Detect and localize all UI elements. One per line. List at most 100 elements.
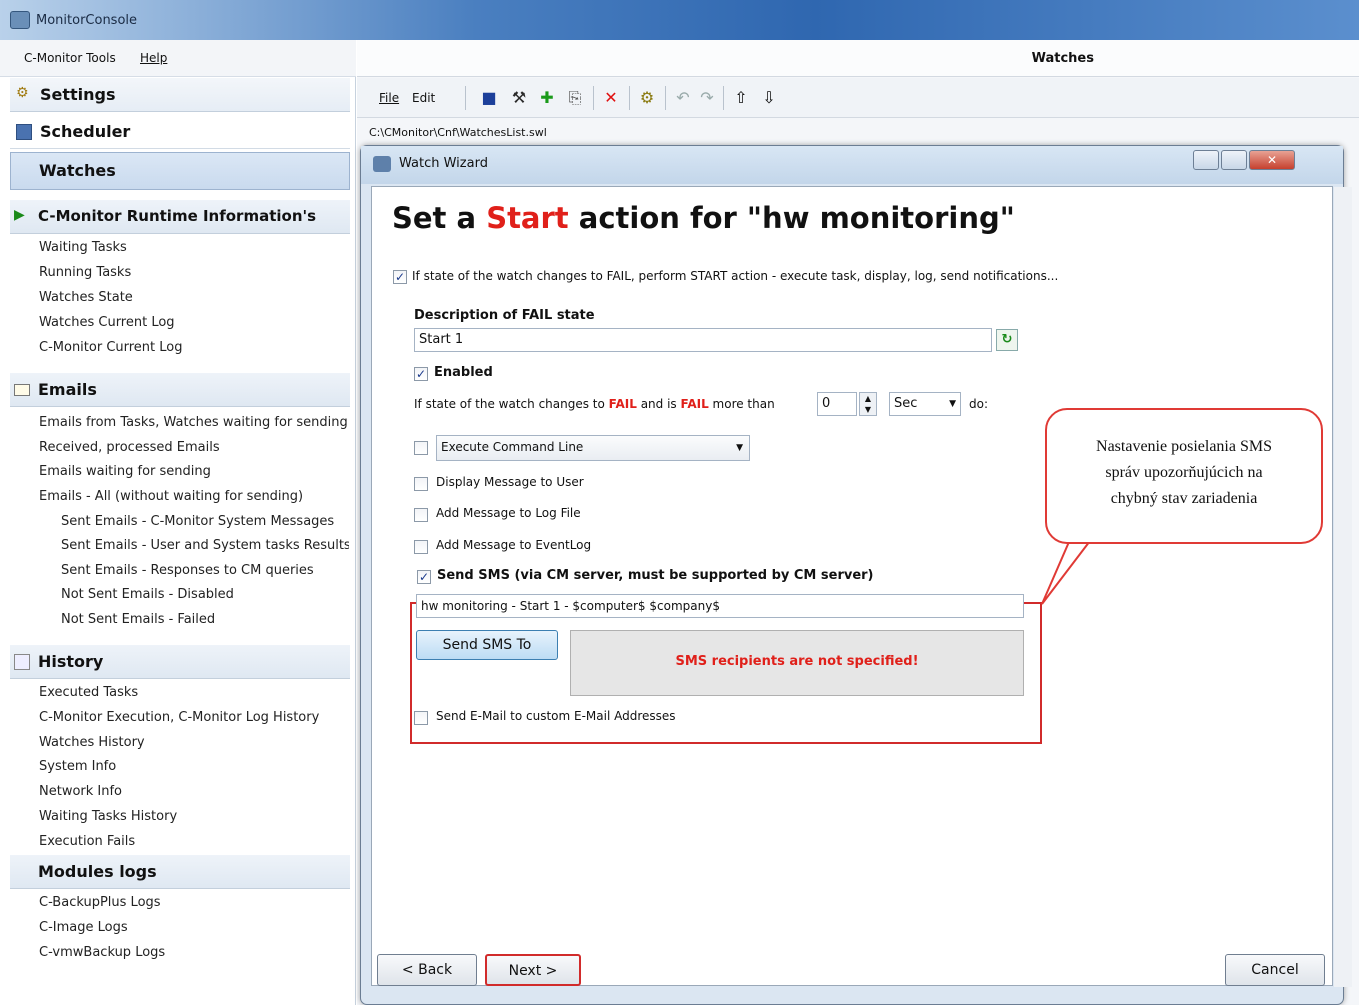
sms-recipients-warning: SMS recipients are not specified! <box>570 630 1024 696</box>
sidebar-item-sent-user[interactable]: Sent Emails - User and System tasks Resu… <box>61 538 349 553</box>
sidebar-item-execution-history[interactable]: C-Monitor Execution, C-Monitor Log Histo… <box>39 710 319 725</box>
envelope-icon <box>14 384 30 396</box>
watch-wizard-dialog: Watch Wizard ✕ Set a Start action for "h… <box>360 145 1352 1005</box>
edit-menu[interactable]: Edit <box>412 91 435 105</box>
sidebar-item-running-tasks[interactable]: Running Tasks <box>39 265 131 280</box>
sidebar-section-modules[interactable]: Modules logs <box>10 855 350 889</box>
toolbar-separator <box>665 86 666 110</box>
sidebar-item-cimage-logs[interactable]: C-Image Logs <box>39 920 128 935</box>
sidebar-settings[interactable]: ⚙ Settings <box>10 78 350 112</box>
copy-icon[interactable]: ⎘ <box>565 88 585 108</box>
description-label: Description of FAIL state <box>414 308 595 323</box>
calendar-icon <box>16 124 32 140</box>
send-sms-label: Send SMS (via CM server, must be support… <box>437 568 874 583</box>
minimize-button[interactable] <box>1193 150 1219 170</box>
wizard-body: Set a Start action for "hw monitoring" ✓… <box>371 186 1352 987</box>
file-path: C:\CMonitor\Cnf\WatchesList.swl <box>369 126 547 139</box>
eventlog-checkbox[interactable] <box>414 540 428 554</box>
condition-text: If state of the watch changes to FAIL an… <box>414 397 775 411</box>
toolbar-separator <box>723 86 724 110</box>
wizard-heading: Set a Start action for "hw monitoring" <box>392 201 1015 235</box>
description-input[interactable]: Start 1 <box>414 328 992 352</box>
add-icon[interactable]: ✚ <box>537 88 557 108</box>
sidebar-item-watches-current-log[interactable]: Watches Current Log <box>39 315 175 330</box>
perform-start-label: If state of the watch changes to FAIL, p… <box>412 269 1059 283</box>
sidebar-item-waiting-tasks[interactable]: Waiting Tasks <box>39 240 127 255</box>
duration-input[interactable]: 0 <box>817 392 857 416</box>
sidebar-section-emails[interactable]: Emails <box>10 373 350 407</box>
enabled-label: Enabled <box>434 365 493 380</box>
send-email-label: Send E-Mail to custom E-Mail Addresses <box>436 709 676 723</box>
sidebar-item-system-info[interactable]: System Info <box>39 759 116 774</box>
display-message-checkbox[interactable] <box>414 477 428 491</box>
sidebar-watches[interactable]: Watches <box>10 152 350 190</box>
next-button[interactable]: Next > <box>485 954 581 986</box>
sidebar-item-emails-all[interactable]: Emails - All (without waiting for sendin… <box>39 489 303 504</box>
do-label: do: <box>969 397 989 411</box>
wizard-app-icon <box>373 156 391 172</box>
sidebar-scheduler[interactable]: Scheduler <box>10 115 350 149</box>
sidebar-item-cmonitor-current-log[interactable]: C-Monitor Current Log <box>39 340 183 355</box>
sidebar-item-watches-state[interactable]: Watches State <box>39 290 133 305</box>
sidebar-item-watches-history[interactable]: Watches History <box>39 735 145 750</box>
display-message-label: Display Message to User <box>436 475 584 489</box>
sidebar-item-waiting-tasks-history[interactable]: Waiting Tasks History <box>39 809 177 824</box>
perform-start-checkbox[interactable]: ✓ <box>393 270 407 284</box>
toolbar-separator <box>465 86 466 110</box>
file-menu[interactable]: File <box>379 91 399 105</box>
maximize-button[interactable] <box>1221 150 1247 170</box>
watches-header: Watches <box>357 40 1359 77</box>
sidebar-item-emails-from-tasks[interactable]: Emails from Tasks, Watches waiting for s… <box>39 415 348 430</box>
window-titlebar: MonitorConsole <box>0 0 1359 40</box>
execute-select[interactable]: Execute Command Line ▼ <box>436 435 750 461</box>
cancel-button[interactable]: Cancel <box>1225 954 1325 986</box>
log-file-label: Add Message to Log File <box>436 506 581 520</box>
wizard-titlebar: Watch Wizard ✕ <box>361 146 1343 184</box>
heading-accent: Start <box>486 201 569 235</box>
menu-cmonitor-tools[interactable]: C-Monitor Tools <box>24 51 116 65</box>
sidebar-item-cvmwbackup-logs[interactable]: C-vmwBackup Logs <box>39 945 165 960</box>
execute-checkbox[interactable] <box>414 441 428 455</box>
toolbar-separator <box>629 86 630 110</box>
send-email-checkbox[interactable] <box>414 711 428 725</box>
sidebar-item-sent-system[interactable]: Sent Emails - C-Monitor System Messages <box>61 514 334 529</box>
move-up-icon[interactable]: ⇧ <box>731 88 751 108</box>
log-file-checkbox[interactable] <box>414 508 428 522</box>
sms-text-input[interactable]: hw monitoring - Start 1 - $computer$ $co… <box>416 594 1024 618</box>
unit-select[interactable]: Sec ▼ <box>889 392 961 416</box>
sidebar-section-history[interactable]: History <box>10 645 350 679</box>
move-down-icon[interactable]: ⇩ <box>759 88 779 108</box>
menubar: C-Monitor Tools Help <box>0 40 356 77</box>
sidebar-item-not-sent-failed[interactable]: Not Sent Emails - Failed <box>61 612 215 627</box>
wizard-title: Watch Wizard <box>399 156 488 171</box>
close-button[interactable]: ✕ <box>1249 150 1295 170</box>
menu-help[interactable]: Help <box>140 51 167 65</box>
delete-icon[interactable]: ✕ <box>601 88 621 108</box>
sidebar-item-received-emails[interactable]: Received, processed Emails <box>39 440 220 455</box>
settings-icon[interactable]: ⚙ <box>637 88 657 108</box>
scrollbar[interactable] <box>1334 187 1352 987</box>
annotation-callout: Nastavenie posielania SMS správ upozorňu… <box>1045 408 1323 544</box>
sidebar-section-runtime[interactable]: ▶ C-Monitor Runtime Information's <box>10 200 350 234</box>
sidebar-item-not-sent-disabled[interactable]: Not Sent Emails - Disabled <box>61 587 234 602</box>
send-sms-checkbox[interactable]: ✓ <box>417 570 431 584</box>
sidebar-item-executed-tasks[interactable]: Executed Tasks <box>39 685 138 700</box>
sidebar-item-network-info[interactable]: Network Info <box>39 784 122 799</box>
sidebar-item-cbackupplus-logs[interactable]: C-BackupPlus Logs <box>39 895 161 910</box>
back-button[interactable]: < Back <box>377 954 477 986</box>
sidebar-item-execution-fails[interactable]: Execution Fails <box>39 834 135 849</box>
redo-icon[interactable]: ↷ <box>697 88 717 108</box>
sidebar-item-sent-responses[interactable]: Sent Emails - Responses to CM queries <box>61 563 314 578</box>
app-icon <box>10 11 30 29</box>
sidebar-item-emails-waiting[interactable]: Emails waiting for sending <box>39 464 211 479</box>
toolbar: File Edit ■ ⚒ ✚ ⎘ ✕ ⚙ ↶ ↷ ⇧ ⇩ <box>357 78 1359 118</box>
undo-icon[interactable]: ↶ <box>673 88 693 108</box>
history-icon <box>14 654 30 670</box>
duration-spinner[interactable]: ▲ ▼ <box>859 392 877 416</box>
refresh-icon[interactable]: ↻ <box>996 329 1018 351</box>
enabled-checkbox[interactable]: ✓ <box>414 367 428 381</box>
wand-icon[interactable]: ⚒ <box>509 88 529 108</box>
triangle-right-icon: ▶ <box>14 207 25 223</box>
save-icon[interactable]: ■ <box>479 88 499 108</box>
send-sms-to-button[interactable]: Send SMS To <box>416 630 558 660</box>
